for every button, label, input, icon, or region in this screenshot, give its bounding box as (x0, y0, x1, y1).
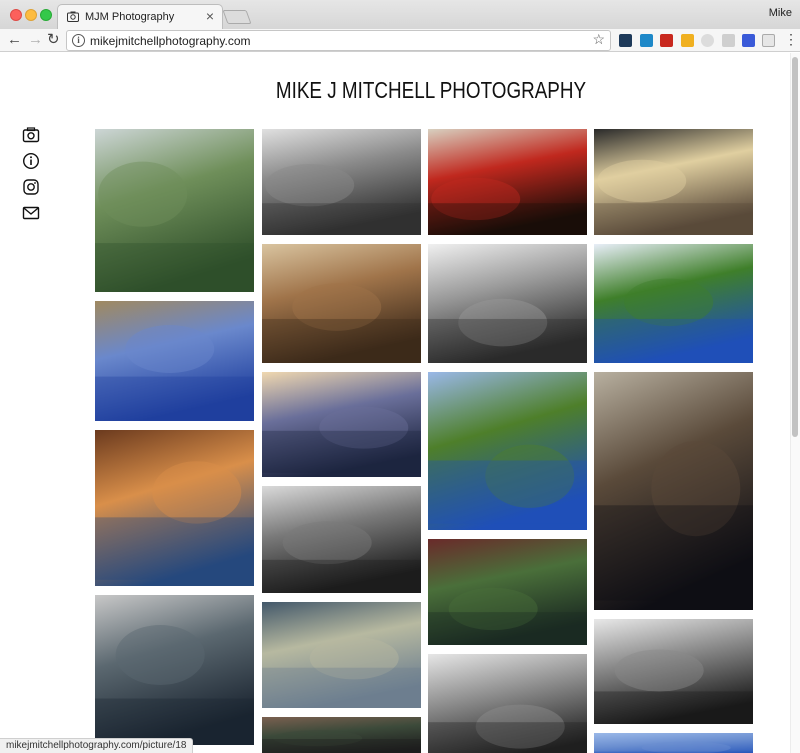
profile-name[interactable]: Mike (769, 7, 792, 19)
photo-topiary-blue-sky[interactable] (428, 372, 587, 530)
photo-clouds-dusk[interactable] (262, 372, 421, 477)
photo-woman-cafe-bw[interactable] (262, 486, 421, 593)
status-bar-url: mikejmitchellphotography.com/picture/18 (0, 738, 194, 753)
title-bar: MJM Photography × Mike (0, 0, 800, 29)
extension-grey-icon[interactable] (701, 34, 714, 47)
browser-toolbar: ← → ↻ i mikejmitchellphotography.com ☆ ⋮ (0, 29, 800, 52)
camera-favicon-icon (67, 11, 79, 22)
photo-krugers-shop-night[interactable] (428, 129, 587, 235)
extension-shield-icon[interactable] (722, 34, 735, 47)
photo-man-train-bw[interactable] (594, 619, 753, 724)
browser-tab[interactable]: MJM Photography × (57, 4, 223, 29)
side-nav (22, 126, 42, 230)
photo-cheese-vendor[interactable] (594, 129, 753, 235)
window-close-button[interactable] (10, 9, 22, 21)
photo-forest-flowers[interactable] (95, 129, 254, 292)
instagram-icon[interactable] (22, 178, 40, 196)
photo-city-alley-night[interactable] (594, 372, 753, 610)
photo-street-crosswalk-bw[interactable] (262, 129, 421, 235)
extension-blue-icon[interactable] (742, 34, 755, 47)
new-tab-button[interactable] (222, 10, 252, 24)
photo-prairie-blue-sky[interactable] (95, 301, 254, 421)
forward-arrow-icon[interactable]: → (28, 30, 43, 50)
photo-airplane-cabin-bw[interactable] (428, 244, 587, 363)
scrollbar-thumb[interactable] (792, 57, 798, 437)
extension-react-icon[interactable] (619, 34, 632, 47)
photo-trees-hedge-dusk[interactable] (428, 539, 587, 645)
photo-dark-crop[interactable] (262, 717, 421, 753)
site-info-icon[interactable]: i (72, 34, 85, 47)
tab-title: MJM Photography (85, 11, 175, 23)
photo-couple-overlook-bw[interactable] (428, 654, 587, 753)
photo-man-cowboy-hat[interactable] (95, 595, 254, 745)
reload-icon[interactable]: ↻ (47, 30, 60, 50)
extension-grid-icon[interactable] (640, 34, 653, 47)
photo-blue-partial[interactable] (594, 733, 753, 753)
window-maximize-button[interactable] (40, 9, 52, 21)
browser-menu-icon[interactable]: ⋮ (784, 31, 798, 48)
info-icon[interactable] (22, 152, 40, 170)
mail-icon[interactable] (22, 204, 40, 222)
photo-tree-meadow[interactable] (594, 244, 753, 363)
window-minimize-button[interactable] (25, 9, 37, 21)
page-viewport: MIKE J MITCHELL PHOTOGRAPHY (0, 53, 800, 753)
back-arrow-icon[interactable]: ← (7, 30, 22, 50)
address-bar[interactable]: i mikejmitchellphotography.com ☆ (66, 30, 611, 51)
photo-storefront-sunset[interactable] (95, 430, 254, 586)
photo-woman-wine-glass[interactable] (262, 244, 421, 363)
bookmark-star-icon[interactable]: ☆ (592, 31, 605, 48)
tab-close-icon[interactable]: × (206, 8, 214, 24)
extension-red-icon[interactable] (660, 34, 673, 47)
photo-riverside-town[interactable] (262, 602, 421, 708)
scrollbar[interactable] (790, 53, 800, 753)
camera-icon[interactable] (22, 126, 40, 144)
url-text[interactable]: mikejmitchellphotography.com (90, 34, 251, 48)
extension-u-icon[interactable] (762, 34, 775, 47)
site-title[interactable]: MIKE J MITCHELL PHOTOGRAPHY (78, 77, 785, 104)
extension-highlighter-icon[interactable] (681, 34, 694, 47)
